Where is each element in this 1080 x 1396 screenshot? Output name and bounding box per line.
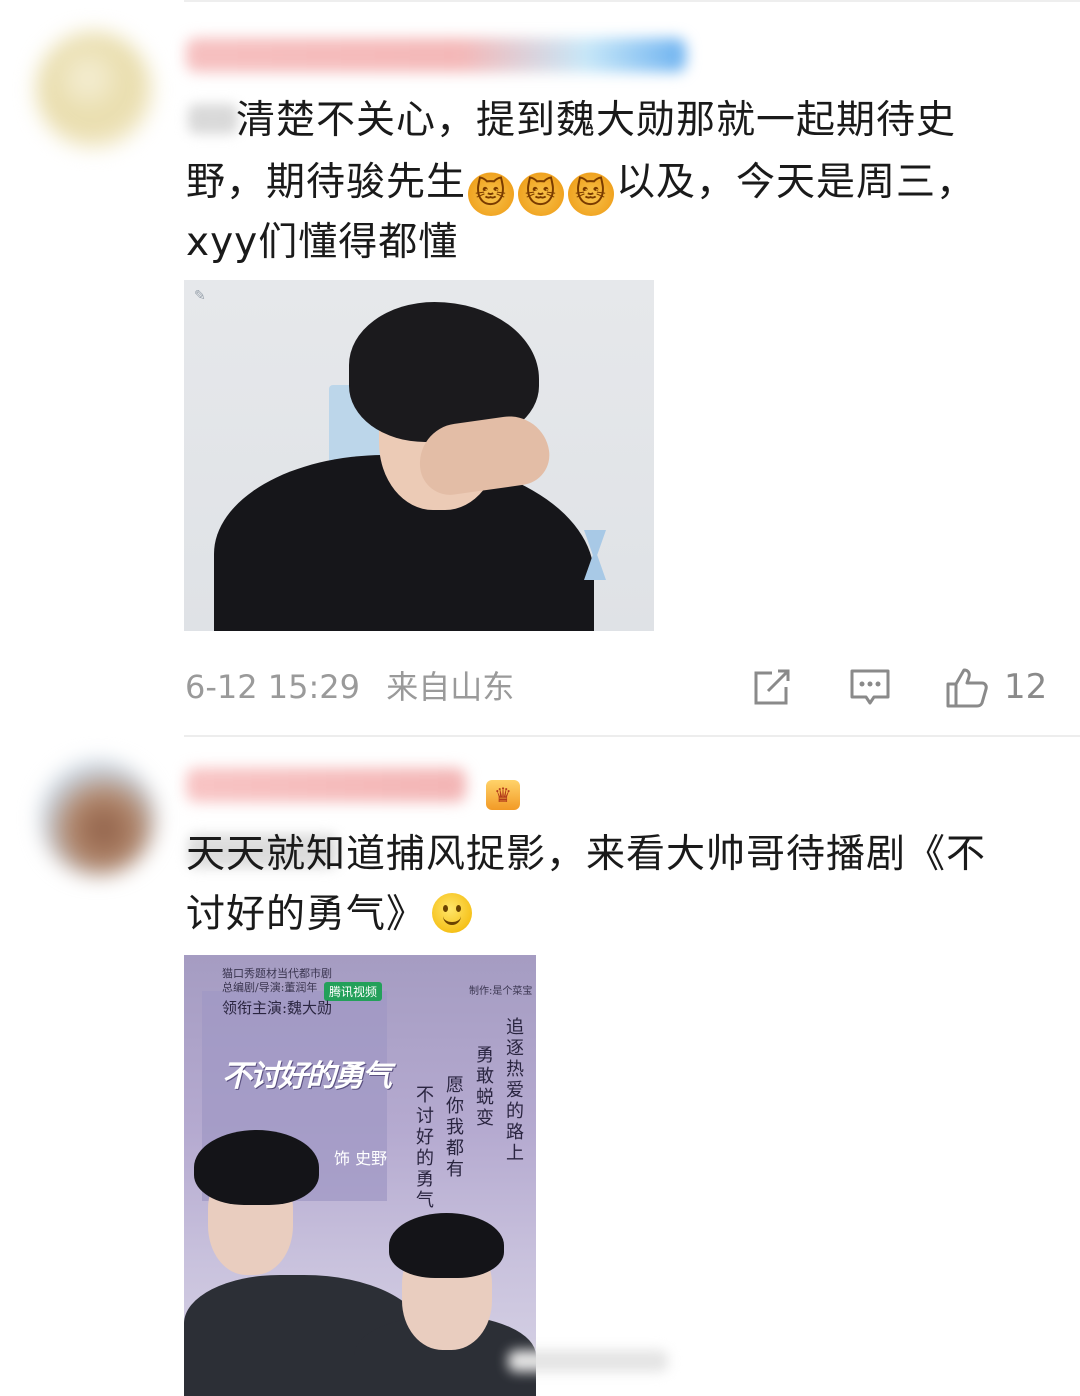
cat-emoji-icon: 🐱 bbox=[468, 172, 515, 216]
poster-subtitle: 猫口秀题材当代都市剧 bbox=[222, 967, 332, 980]
location: 来自山东 bbox=[386, 668, 515, 706]
comment-text-line: 天天就知道捕风捉影，来看大帅哥待播剧《不 bbox=[186, 832, 987, 877]
comment-button[interactable] bbox=[848, 664, 892, 710]
poster-vertical-text: 勇敢蜕变 bbox=[473, 1045, 494, 1129]
comment-text-line: xyy们懂得都懂 bbox=[186, 220, 459, 265]
comment-text-segment: 讨好的勇气》 bbox=[186, 892, 427, 937]
poster-lead-actor: 领衔主演:魏大勋 bbox=[222, 999, 333, 1017]
comment-text-line: 野，期待骏先生 🐱 🐱 🐱 以及，今天是周三， bbox=[186, 152, 1016, 216]
username-blurred[interactable] bbox=[186, 768, 466, 802]
comment-text-segment: 野，期待骏先生 bbox=[186, 160, 467, 205]
blurred-watermark bbox=[508, 1350, 668, 1372]
comment-text-line: 讨好的勇气》 bbox=[186, 884, 1016, 946]
username-blurred[interactable] bbox=[186, 38, 686, 72]
comment-photo[interactable]: ✎ bbox=[184, 280, 654, 631]
poster-vertical-text: 愿你我都有 bbox=[443, 1075, 464, 1180]
comment-icon bbox=[850, 669, 890, 705]
crown-icon: ♛ bbox=[486, 780, 520, 810]
cat-emoji-icon: 🐱 bbox=[568, 172, 615, 216]
comment-text-segment: 以及，今天是周三， bbox=[616, 160, 977, 205]
poster-vertical-text: 不讨好的勇气 bbox=[413, 1085, 434, 1211]
like-button[interactable]: 12 bbox=[944, 664, 1047, 710]
comment-divider bbox=[184, 735, 1080, 737]
poster-figure-hair bbox=[194, 1130, 319, 1205]
platform-badge: 腾讯视频 bbox=[324, 982, 383, 1001]
timestamp: 6-12 15:29 bbox=[185, 668, 361, 706]
smile-emoji-icon bbox=[432, 893, 473, 933]
share-button[interactable] bbox=[750, 664, 794, 710]
blurred-text-fragment bbox=[188, 104, 238, 134]
poster-figure-hair bbox=[389, 1213, 504, 1278]
poster-title: 不讨好的勇气 bbox=[222, 1059, 392, 1094]
poster-vertical-text: 追逐热爱的路上 bbox=[503, 1017, 524, 1164]
poster-credit: 制作:是个菜宝 bbox=[469, 986, 533, 997]
comment-text-line: 清楚不关心，提到魏大勋那就一起期待史 bbox=[236, 98, 957, 143]
cat-emoji-icon: 🐱 bbox=[518, 172, 565, 216]
poster-role: 饰 史野 bbox=[334, 1149, 388, 1168]
thumbs-up-icon bbox=[946, 668, 988, 708]
share-icon bbox=[754, 669, 790, 705]
crown-badge-icon: ♛ bbox=[486, 780, 520, 810]
comment-poster-image[interactable]: 猫口秀题材当代都市剧 总编剧/导演:董润年 腾讯视频 制作:是个菜宝 领衔主演:… bbox=[184, 955, 536, 1396]
user-avatar[interactable] bbox=[40, 760, 156, 876]
poster-director: 总编剧/导演:董润年 bbox=[222, 981, 318, 994]
like-count: 12 bbox=[1004, 667, 1048, 707]
photo-signature: ✎ bbox=[194, 288, 206, 304]
user-avatar[interactable] bbox=[36, 32, 152, 148]
top-divider bbox=[184, 0, 1080, 2]
comment-meta: 6-12 15:29 来自山东 bbox=[185, 664, 530, 710]
